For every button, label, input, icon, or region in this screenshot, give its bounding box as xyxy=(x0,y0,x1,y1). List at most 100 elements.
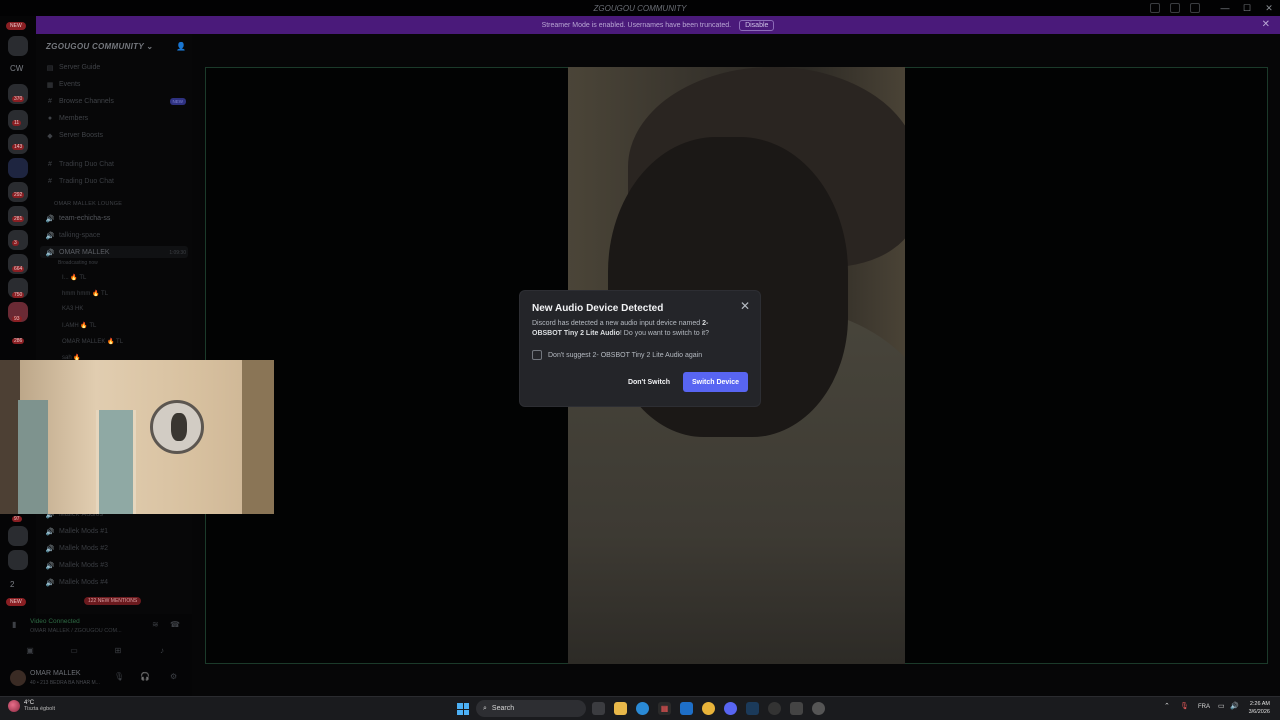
maximize-button[interactable]: ☐ xyxy=(1236,0,1258,16)
settings-icon[interactable] xyxy=(812,702,825,715)
mention-badge: 93 xyxy=(12,316,22,322)
steam-icon[interactable] xyxy=(746,702,759,715)
inbox-icon[interactable] xyxy=(1150,3,1160,13)
volume-icon[interactable]: 🔊 xyxy=(1230,702,1239,710)
voice-channel-item[interactable]: 🔊 Mallek Mods #1 xyxy=(45,528,186,536)
store-icon[interactable]: ▦ xyxy=(658,702,671,715)
switch-device-button[interactable]: Switch Device xyxy=(683,372,748,392)
hash-icon: # xyxy=(48,178,52,185)
voice-status[interactable]: Video Connected xyxy=(30,618,80,625)
sidebar-item-label: Members xyxy=(59,115,89,122)
server-name-header[interactable]: ZGOUGOU COMMUNITY ⌄ xyxy=(46,42,153,51)
download-icon[interactable] xyxy=(1190,3,1200,13)
server-icon[interactable] xyxy=(8,526,28,546)
voice-user[interactable]: hmm hmm 🔥 TL xyxy=(62,290,108,297)
new-mentions-pill[interactable]: 122 NEW MENTIONS xyxy=(84,597,142,605)
user-panel: OMAR MALLEK 40 • 213 BEDRA BA NHAR M... … xyxy=(0,664,192,696)
task-view-icon[interactable] xyxy=(592,702,605,715)
channel-item[interactable]: # Trading Duo Chat xyxy=(46,178,186,185)
voice-channel-active[interactable]: 🔊 OMAR MALLEK 1:09:30 xyxy=(45,249,186,257)
mention-badge: 97 xyxy=(12,516,22,522)
disconnect-icon[interactable]: ☎ xyxy=(170,620,180,629)
monitor-icon[interactable]: ▭ xyxy=(1218,702,1225,710)
gear-icon[interactable]: ⚙ xyxy=(170,672,177,681)
language-indicator[interactable]: FRA xyxy=(1198,704,1210,710)
pip-edge xyxy=(242,360,274,514)
close-icon[interactable]: ✕ xyxy=(740,299,750,313)
voice-user[interactable]: I.AMH 🔥 TL xyxy=(62,322,96,329)
channel-label: OMAR MALLEK xyxy=(59,249,110,256)
speaker-icon: 🔊 xyxy=(45,562,55,570)
minimize-button[interactable]: — xyxy=(1214,0,1236,16)
username[interactable]: OMAR MALLEK xyxy=(30,670,81,677)
system-clock[interactable]: 2:26 AM 3/6/2026 xyxy=(1249,700,1270,716)
mail-icon[interactable] xyxy=(680,702,693,715)
voice-channel-item[interactable]: 🔊 talking-space xyxy=(46,232,186,240)
add-user-icon[interactable]: 👤 xyxy=(176,42,186,51)
voice-channel-item[interactable]: 🔊 Mallek Mods #3 xyxy=(45,562,186,570)
voice-channel-item[interactable]: 🔊 Mallek Mods #4 xyxy=(46,579,186,587)
voice-user[interactable]: I... 🔥 TL xyxy=(62,274,86,281)
search-box[interactable]: ⌕ Search xyxy=(476,700,586,717)
activities-button[interactable]: ⊞ xyxy=(106,644,130,656)
discord-icon[interactable] xyxy=(724,702,737,715)
channel-label: team-echicha-ss xyxy=(59,215,111,222)
server-icon[interactable] xyxy=(8,550,28,570)
chevron-up-icon[interactable]: ⌃ xyxy=(1164,702,1170,710)
speaker-icon: 🔊 xyxy=(45,545,55,553)
category-header[interactable]: OMAR MALLEK LOUNGE xyxy=(54,201,122,207)
mention-badge: 292 xyxy=(12,192,25,198)
picture-in-picture-video[interactable] xyxy=(0,360,274,514)
headphones-icon[interactable]: 🎧 xyxy=(140,672,150,681)
microphone-icon[interactable]: 🎙 xyxy=(114,672,124,681)
sidebar-item-events[interactable]: ▦ Events xyxy=(46,81,186,89)
sidebar-item-server-guide[interactable]: ▤ Server Guide xyxy=(46,64,186,72)
banner-text: Streamer Mode is enabled. Usernames have… xyxy=(541,21,732,29)
help-icon[interactable] xyxy=(1170,3,1180,13)
soundboard-button[interactable]: ♪ xyxy=(150,644,174,656)
channel-label: Trading Duo Chat xyxy=(59,178,114,185)
dont-suggest-checkbox[interactable] xyxy=(532,350,542,360)
close-window-button[interactable]: ✕ xyxy=(1258,0,1280,16)
channel-label: Mallek Mods #3 xyxy=(59,562,109,569)
weather-desc: Tiszta égbolt xyxy=(24,706,55,712)
mention-badge: 3 xyxy=(12,240,19,246)
speaker-icon: 🔊 xyxy=(45,528,55,536)
voice-channel-name: OMAR MALLEK / ZGOUGOU COM... xyxy=(30,628,122,634)
dont-suggest-checkbox-row[interactable]: Don't suggest 2- OBSBOT Tiny 2 Lite Audi… xyxy=(532,350,702,360)
titlebar-icons xyxy=(1150,0,1200,16)
start-button[interactable] xyxy=(457,703,469,715)
channel-item[interactable]: # Trading Duo Chat xyxy=(46,161,186,168)
voice-user[interactable]: KA3 HK xyxy=(62,306,83,312)
signal-icon[interactable]: ▮ xyxy=(12,620,16,629)
avatar[interactable] xyxy=(10,670,26,686)
sidebar-item-label: Browse Channels xyxy=(59,98,114,105)
close-banner-icon[interactable]: ✕ xyxy=(1262,19,1270,30)
sidebar-item-members[interactable]: ● Members xyxy=(46,115,186,122)
dont-switch-button[interactable]: Don't Switch xyxy=(620,372,678,392)
server-icon[interactable] xyxy=(8,36,28,56)
channel-label: Mallek Mods #2 xyxy=(59,545,109,552)
voice-channel-item[interactable]: 🔊 Mallek Mods #2 xyxy=(45,545,186,553)
app-icon[interactable] xyxy=(790,702,803,715)
disable-streamer-mode-button[interactable]: Disable xyxy=(739,19,775,31)
search-icon: ⌕ xyxy=(483,704,487,712)
file-explorer-icon[interactable] xyxy=(614,702,627,715)
screen-share-button[interactable]: ▭ xyxy=(62,644,86,656)
speaker-icon: 🔊 xyxy=(45,249,55,257)
server-icon[interactable] xyxy=(8,158,28,178)
chrome-icon[interactable] xyxy=(702,702,715,715)
pip-door xyxy=(96,410,136,514)
voice-channel-item[interactable]: 🔊 team-echicha-ss xyxy=(46,215,186,223)
server-icon-text[interactable]: CW xyxy=(10,64,23,73)
noise-suppression-icon[interactable]: ≋ xyxy=(152,620,159,629)
microphone-tray-icon[interactable]: 🎙 xyxy=(1180,702,1189,710)
members-icon: ● xyxy=(47,115,53,122)
voice-user[interactable]: OMAR MALLEK 🔥 TL xyxy=(62,338,123,345)
camera-button[interactable]: ▣ xyxy=(18,644,42,656)
app-icon[interactable] xyxy=(768,702,781,715)
edge-icon[interactable] xyxy=(636,702,649,715)
sidebar-item-server-boosts[interactable]: ◆ Server Boosts xyxy=(46,132,186,140)
sidebar-item-browse-channels[interactable]: # Browse Channels NEW xyxy=(46,98,186,105)
weather-widget[interactable]: 4°C Tiszta égbolt xyxy=(8,700,55,712)
